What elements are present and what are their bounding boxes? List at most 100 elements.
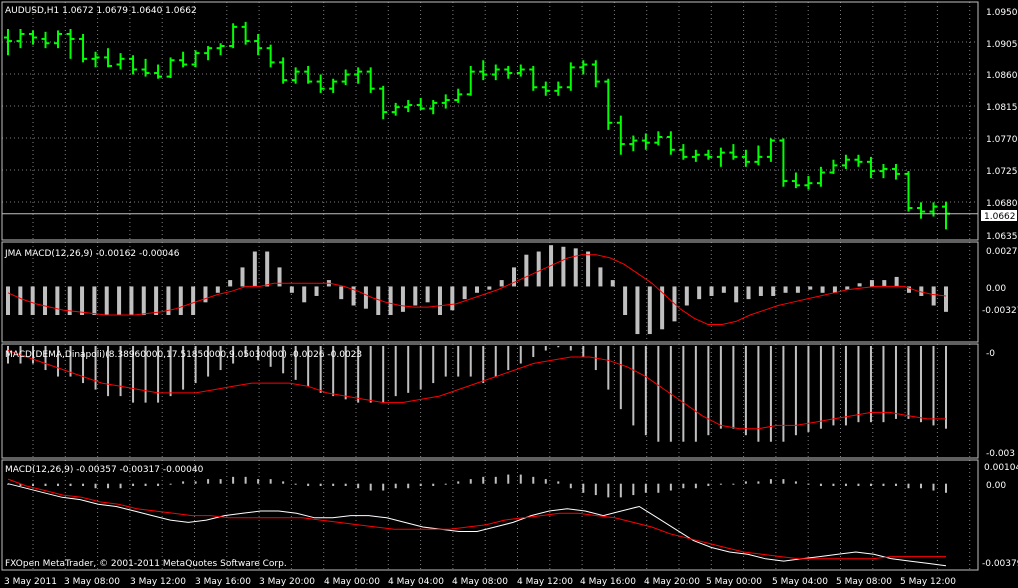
histogram-bar	[607, 483, 610, 498]
histogram-bar	[419, 483, 422, 486]
price-tick: 1.0770	[986, 135, 1018, 145]
histogram-bar	[269, 479, 272, 484]
histogram-bar	[332, 483, 335, 486]
histogram-bar	[6, 286, 10, 316]
histogram-bar	[462, 286, 467, 300]
histogram-bar	[369, 346, 372, 403]
histogram-bar	[30, 286, 35, 316]
histogram-bar	[244, 476, 247, 484]
histogram-bar	[757, 346, 760, 442]
histogram-bar	[857, 483, 860, 486]
histogram-bar	[382, 346, 385, 403]
metatrader-chart[interactable]: AUDUSD,H1 1.0672 1.0679 1.0640 1.0662 JM…	[0, 0, 1018, 588]
histogram-bar	[194, 481, 197, 484]
histogram-bar	[382, 483, 385, 491]
histogram-bar	[307, 483, 310, 486]
histogram-bar	[694, 483, 697, 489]
histogram-bar	[944, 286, 948, 312]
histogram-bar	[919, 483, 922, 489]
time-label: 4 May 08:00	[452, 577, 508, 587]
histogram-bar	[808, 286, 813, 290]
histogram-bar	[598, 267, 603, 287]
current-price-label: 1.0662	[984, 212, 1016, 222]
histogram-bar	[894, 346, 897, 419]
histogram-bar	[432, 483, 435, 486]
histogram-bar	[257, 479, 260, 484]
histogram-bar	[376, 286, 381, 316]
histogram-bar	[907, 346, 910, 419]
time-label: 5 May 08:00	[836, 577, 892, 587]
histogram-bar	[282, 481, 285, 484]
histogram-bar	[457, 481, 460, 484]
histogram-bar	[512, 267, 517, 287]
histogram-bar	[252, 251, 257, 287]
histogram-bar	[232, 476, 235, 484]
histogram-bar	[807, 346, 810, 432]
histogram-bar	[369, 483, 372, 491]
histogram-bar	[207, 479, 210, 484]
histogram-bar	[43, 286, 48, 316]
time-label: 3 May 08:00	[64, 577, 120, 587]
histogram-bar	[610, 280, 615, 287]
histogram-bar	[437, 286, 442, 316]
time-label: 4 May 16:00	[580, 577, 636, 587]
time-label: 4 May 20:00	[644, 577, 700, 587]
histogram-bar	[215, 286, 220, 293]
histogram-bar	[869, 346, 872, 423]
histogram-bar	[569, 346, 572, 351]
histogram-bar	[419, 346, 422, 390]
histogram-bar	[107, 483, 110, 489]
histogram-bar	[582, 483, 585, 493]
histogram-bar	[932, 483, 935, 491]
histogram-bar	[339, 286, 344, 300]
price-tick: 1.0635	[986, 232, 1018, 242]
histogram-bar	[57, 483, 60, 486]
time-label: 5 May 00:00	[706, 577, 762, 587]
histogram-bar	[569, 483, 572, 489]
histogram-bar	[657, 483, 660, 493]
histogram-bar	[532, 476, 535, 484]
histogram-bar	[469, 479, 472, 484]
dema-pane-header: MACD(DEMA,Dinapoli)(8.38960000,17.518500…	[5, 350, 362, 360]
price-tick: 1.0725	[986, 167, 1018, 177]
histogram-bar	[94, 483, 97, 489]
time-label: 3 May 16:00	[195, 577, 251, 587]
histogram-bar	[732, 483, 735, 485]
histogram-bar	[482, 346, 485, 384]
copyright-text: FXOpen MetaTrader, © 2001-2011 MetaQuote…	[5, 559, 287, 569]
histogram-bar	[744, 346, 747, 436]
histogram-bar	[407, 346, 410, 393]
histogram-bar	[482, 476, 485, 484]
histogram-bar	[819, 483, 822, 486]
time-label: 4 May 00:00	[324, 577, 380, 587]
histogram-bar	[819, 346, 822, 429]
histogram-bar	[769, 346, 772, 442]
histogram-bar	[769, 479, 772, 484]
histogram-bar	[157, 483, 160, 486]
macd-pane-header: MACD(12,26,9) -0.00357 -0.00317 -0.00040	[5, 465, 204, 475]
histogram-bar	[644, 346, 647, 436]
dema-tick: -0	[986, 349, 995, 359]
histogram-bar	[344, 483, 347, 486]
histogram-bar	[507, 474, 510, 484]
histogram-bar	[857, 283, 862, 287]
histogram-bar	[782, 346, 785, 442]
price-tick: 1.0860	[986, 71, 1018, 81]
histogram-bar	[894, 483, 897, 486]
histogram-bar	[507, 346, 510, 371]
histogram-bar	[357, 483, 360, 489]
time-label: 3 May 2011	[4, 577, 57, 587]
histogram-bar	[519, 474, 522, 484]
histogram-bar	[432, 346, 435, 384]
price-tick: 1.0680	[986, 199, 1018, 209]
histogram-bar	[314, 286, 319, 296]
jma-tick: -0.00327	[982, 306, 1018, 316]
jma-pane-header: JMA MACD(12,26,9) -0.00162 -0.00046	[4, 249, 180, 259]
histogram-bar	[302, 286, 307, 303]
histogram-bar	[607, 346, 610, 390]
histogram-bar	[732, 346, 735, 429]
histogram-bar	[119, 483, 122, 489]
histogram-bar	[532, 346, 535, 358]
histogram-bar	[632, 346, 635, 426]
time-label: 3 May 20:00	[259, 577, 315, 587]
